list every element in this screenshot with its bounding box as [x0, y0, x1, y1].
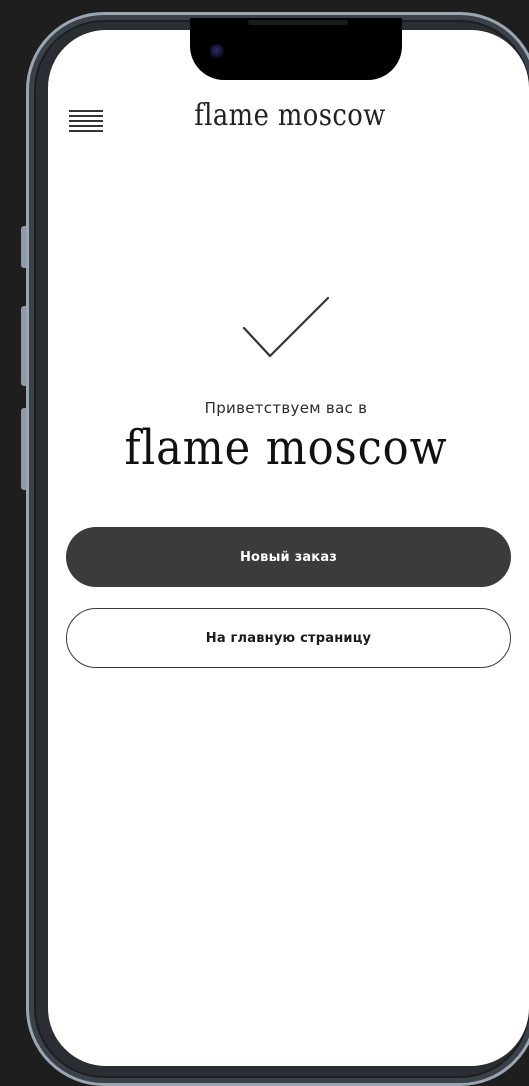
front-camera	[210, 44, 224, 58]
header-logo[interactable]: flame moscow	[170, 98, 411, 133]
welcome-text: Приветствуем вас в	[204, 399, 368, 417]
brand-title: flame moscow	[124, 420, 448, 476]
new-order-button[interactable]: Новый заказ	[66, 527, 511, 587]
home-page-button[interactable]: На главную страницу	[66, 608, 511, 668]
hamburger-menu-icon[interactable]	[69, 110, 103, 134]
speaker-grille	[248, 20, 348, 25]
checkmark-icon	[242, 296, 330, 358]
